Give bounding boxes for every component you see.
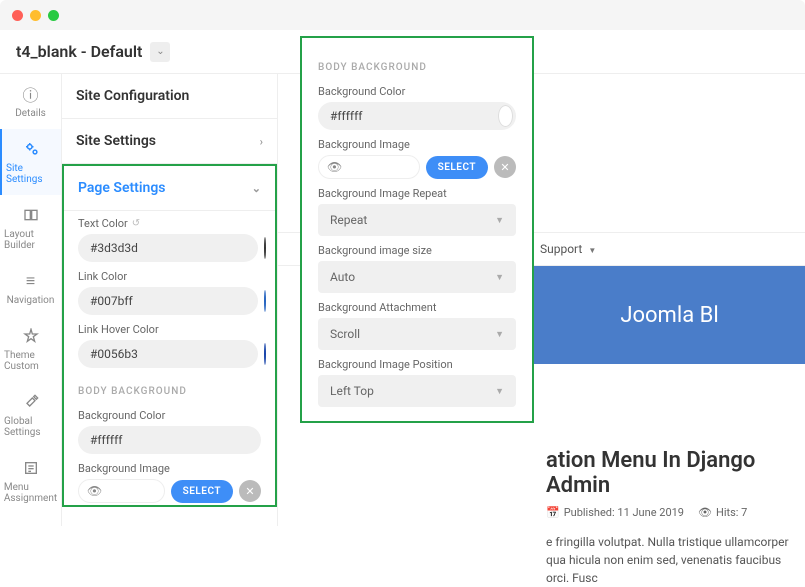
caret-down-icon: ▼	[495, 329, 504, 340]
link-hover-label: Link Hover Color	[78, 323, 261, 336]
link-color-swatch[interactable]	[264, 290, 266, 312]
window-min-dot[interactable]	[30, 10, 41, 21]
section-site-settings[interactable]: Site Settings ›	[62, 119, 277, 164]
rail-label: Global Settings	[4, 416, 57, 438]
rail-label: Navigation	[7, 295, 55, 306]
rail-label: Theme Custom	[4, 350, 57, 372]
chevron-right-icon: ›	[260, 135, 263, 148]
float-bg-color-input[interactable]	[318, 102, 498, 130]
link-hover-input[interactable]	[78, 340, 258, 368]
tools-icon	[21, 392, 41, 412]
article-hits: 👁 Hits: 7	[698, 506, 747, 519]
bg-image-select-button[interactable]: SELECT	[171, 480, 233, 503]
layout-icon	[21, 205, 41, 225]
float-size-label: Background image size	[318, 244, 516, 257]
rail-navigation[interactable]: ≡ Navigation	[0, 261, 61, 316]
article-title: ation Menu In Django Admin	[546, 448, 805, 498]
caret-down-icon: ▼	[588, 246, 596, 255]
window-close-dot[interactable]	[12, 10, 23, 21]
bg-image-preview[interactable]: 👁	[78, 479, 165, 503]
rail-label: Site Settings	[6, 163, 57, 185]
float-pos-select[interactable]: Left Top▼	[318, 375, 516, 407]
caret-down-icon: ▼	[495, 386, 504, 397]
caret-down-icon: ▼	[495, 215, 504, 226]
link-color-label: Link Color	[78, 270, 261, 283]
float-attach-label: Background Attachment	[318, 301, 516, 314]
preview-banner: Joomla Bl	[534, 266, 805, 364]
title-dropdown[interactable]: ⌄	[150, 42, 170, 62]
article-body: e fringilla volutpat. Nulla tristique ul…	[546, 533, 805, 587]
rail-layout-builder[interactable]: Layout Builder	[0, 195, 61, 261]
eye-icon: 👁	[327, 160, 342, 174]
float-bg-color-swatch[interactable]	[498, 105, 513, 127]
rail-label: Layout Builder	[4, 229, 57, 251]
rail-site-settings[interactable]: Site Settings	[0, 129, 61, 195]
bg-image-label: Background Image	[78, 462, 261, 475]
settings-panel: Site Configuration Site Settings › Page …	[62, 74, 278, 526]
reset-icon[interactable]: ↺	[132, 218, 140, 229]
float-bg-image-select-button[interactable]: SELECT	[426, 156, 488, 179]
bg-color-label: Background Color	[78, 409, 261, 422]
section-site-configuration[interactable]: Site Configuration	[62, 74, 277, 119]
link-hover-swatch[interactable]	[264, 343, 266, 365]
chevron-down-icon: ⌄	[252, 182, 261, 195]
eye-icon: 👁	[87, 484, 102, 498]
caret-down-icon: ▼	[495, 272, 504, 283]
page-title: t4_blank - Default	[16, 42, 142, 61]
body-bg-header: BODY BACKGROUND	[78, 376, 261, 397]
text-color-swatch[interactable]	[264, 237, 266, 259]
float-repeat-label: Background Image Repeat	[318, 187, 516, 200]
text-color-label: Text Color ↺	[78, 217, 261, 230]
float-header: BODY BACKGROUND	[318, 52, 516, 73]
text-color-input[interactable]	[78, 234, 258, 262]
float-repeat-select[interactable]: Repeat▼	[318, 204, 516, 236]
float-attach-select[interactable]: Scroll▼	[318, 318, 516, 350]
bg-image-clear-button[interactable]: ✕	[239, 480, 261, 502]
float-pos-label: Background Image Position	[318, 358, 516, 371]
link-color-input[interactable]	[78, 287, 258, 315]
float-bg-color-label: Background Color	[318, 85, 516, 98]
left-rail: ⓘ Details Site Settings Layout Builder ≡…	[0, 74, 62, 526]
float-size-select[interactable]: Auto▼	[318, 261, 516, 293]
window-chrome	[0, 0, 805, 30]
preview-article: ation Menu In Django Admin 📅 Published: …	[534, 438, 805, 587]
info-icon: ⓘ	[21, 84, 41, 104]
window-max-dot[interactable]	[48, 10, 59, 21]
theme-icon	[21, 326, 41, 346]
float-bg-image-preview[interactable]: 👁	[318, 155, 420, 179]
page-settings-highlight: Page Settings ⌄ Text Color ↺ Link Color	[62, 164, 277, 507]
rail-theme-custom[interactable]: Theme Custom	[0, 316, 61, 382]
float-bg-image-clear-button[interactable]: ✕	[494, 156, 516, 178]
bg-color-input[interactable]	[78, 426, 258, 454]
nav-support[interactable]: Support ▼	[540, 242, 596, 256]
section-page-settings[interactable]: Page Settings ⌄	[64, 166, 275, 211]
rail-details[interactable]: ⓘ Details	[0, 74, 61, 129]
list-icon	[21, 458, 41, 478]
rail-label: Details	[15, 108, 46, 119]
gears-icon	[22, 139, 42, 159]
float-bg-image-label: Background Image	[318, 138, 516, 151]
nav-icon: ≡	[21, 271, 41, 291]
rail-label: Menu Assignment	[4, 482, 57, 504]
article-published: 📅 Published: 11 June 2019	[546, 506, 684, 519]
rail-menu-assignment[interactable]: Menu Assignment	[0, 448, 61, 514]
body-background-panel: BODY BACKGROUND Background Color Backgro…	[300, 36, 534, 423]
rail-global-settings[interactable]: Global Settings	[0, 382, 61, 448]
